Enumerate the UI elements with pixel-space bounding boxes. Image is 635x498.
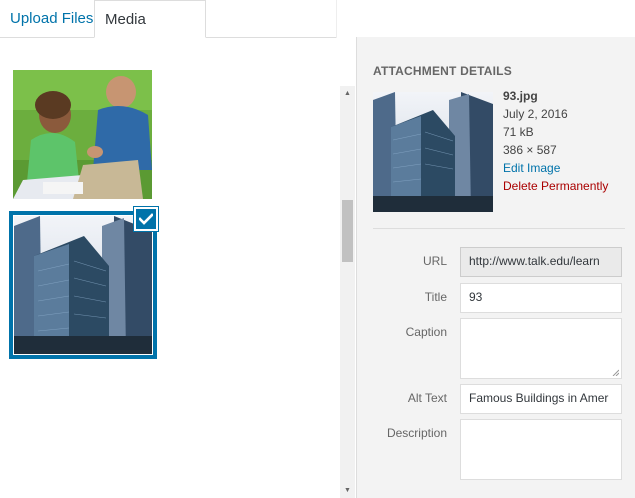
students-photo-image [13, 70, 152, 199]
alt-text-field[interactable]: Famous Buildings in Amer [460, 384, 622, 414]
scroll-down-icon[interactable]: ▼ [340, 483, 355, 498]
image-dimensions: 386 × 587 [503, 143, 557, 157]
edit-image-link[interactable]: Edit Image [503, 159, 633, 177]
resize-handle-icon[interactable] [611, 368, 619, 376]
header-blank [337, 0, 635, 36]
attachment-details-sidebar: ATTACHMENT DETAILS 93.jpg July 2, 2016 7… [356, 37, 635, 498]
gallery-scrollbar[interactable]: ▲ ▼ [340, 86, 355, 498]
upload-date: July 2, 2016 [503, 107, 568, 121]
description-label: Description [386, 426, 447, 440]
tab-media-library[interactable]: Media Library [94, 0, 206, 65]
building-photo-image [14, 216, 152, 354]
caption-label: Caption [405, 325, 447, 339]
media-tabs: Upload Files Media Library [0, 0, 337, 65]
details-divider [373, 228, 625, 229]
attachment-info: 93.jpg July 2, 2016 71 kB 386 × 587 Edit… [503, 87, 633, 195]
attachment-preview [373, 92, 493, 212]
tab-upload-files[interactable]: Upload Files [0, 0, 103, 37]
title-field[interactable]: 93 [460, 283, 622, 313]
url-field[interactable]: http://www.talk.edu/learn [460, 247, 622, 277]
file-size: 71 kB [503, 125, 534, 139]
media-gallery [0, 38, 337, 498]
delete-permanently-link[interactable]: Delete Permanently [503, 177, 633, 195]
checkmark-icon[interactable] [134, 207, 158, 231]
building-photo-wrapper [13, 215, 153, 355]
title-label: Title [424, 290, 447, 304]
check-glyph [139, 213, 153, 225]
description-field[interactable] [460, 419, 622, 480]
url-label: URL [422, 254, 447, 268]
attachment-building-photo-selected[interactable] [9, 211, 157, 359]
scroll-thumb[interactable] [342, 200, 353, 262]
caption-field[interactable] [460, 318, 622, 379]
attachment-details-heading: ATTACHMENT DETAILS [373, 64, 512, 78]
attachment-students-photo[interactable] [13, 70, 152, 199]
building-preview-image [373, 92, 493, 212]
alt-text-label: Alt Text [407, 391, 447, 405]
filename: 93.jpg [503, 89, 538, 103]
scroll-up-icon[interactable]: ▲ [340, 86, 355, 101]
